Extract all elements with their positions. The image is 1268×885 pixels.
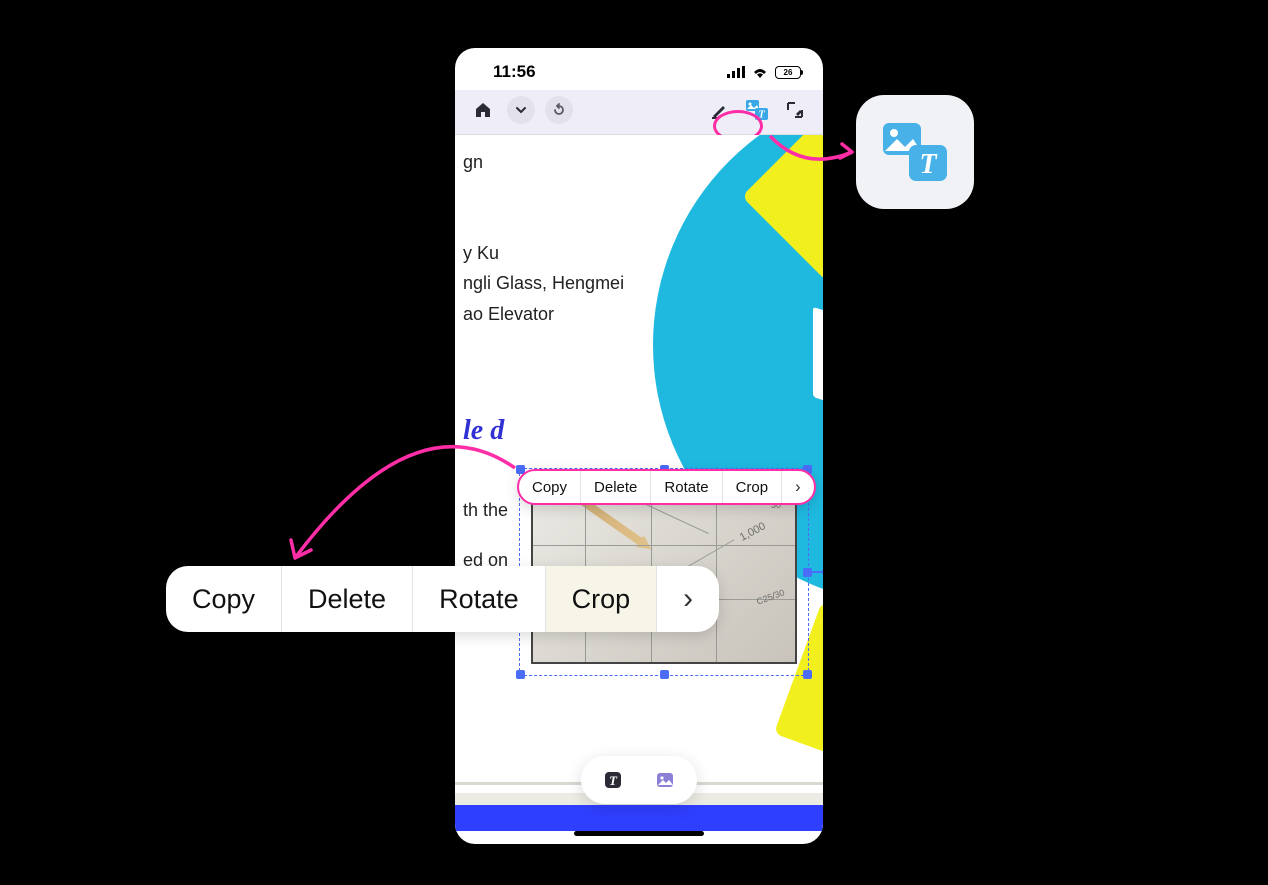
document-footer-bar <box>455 805 823 831</box>
blueprint-label: 1,000 <box>738 520 768 544</box>
image-mode-button[interactable] <box>641 766 689 794</box>
rotate-handle-line <box>808 571 823 573</box>
status-time: 11:56 <box>493 62 536 82</box>
text-line: gn <box>463 147 723 178</box>
document-heading-fragment: le d <box>463 415 504 447</box>
svg-text:T: T <box>609 773 618 788</box>
phone-screenshot: 11:56 26 T <box>455 48 823 844</box>
resize-handle-bl[interactable] <box>516 670 525 679</box>
wifi-icon <box>751 66 769 78</box>
chevron-right-icon: › <box>683 582 693 616</box>
text-line: ao Elevator <box>463 299 723 330</box>
home-indicator[interactable] <box>574 831 704 836</box>
app-toolbar: T <box>455 90 823 135</box>
context-rotate-callout[interactable]: Rotate <box>413 566 546 632</box>
highlighter-icon[interactable] <box>705 96 733 124</box>
image-text-tool-callout: T <box>856 95 974 209</box>
home-icon[interactable] <box>469 96 497 124</box>
resize-handle-mr[interactable] <box>803 568 812 577</box>
image-text-tool-icon: T <box>881 121 949 183</box>
image-text-tool-icon[interactable]: T <box>743 96 771 124</box>
context-menu-callout: Copy Delete Rotate Crop › <box>166 566 719 632</box>
context-menu-inline: Copy Delete Rotate Crop › <box>517 469 816 505</box>
svg-text:T: T <box>758 110 765 121</box>
text-mode-button[interactable]: T <box>589 766 637 794</box>
context-copy-callout[interactable]: Copy <box>166 566 282 632</box>
redo-icon[interactable] <box>545 96 573 124</box>
context-delete[interactable]: Delete <box>581 471 651 503</box>
context-copy[interactable]: Copy <box>519 471 581 503</box>
battery-indicator: 26 <box>775 66 801 79</box>
cellular-signal-icon <box>727 66 745 78</box>
text-line: y Ku <box>463 238 723 269</box>
context-delete-callout[interactable]: Delete <box>282 566 413 632</box>
context-more[interactable]: › <box>782 471 814 503</box>
resize-handle-bc[interactable] <box>660 670 669 679</box>
context-more-callout[interactable]: › <box>656 566 719 632</box>
document-text-fragment: gn y Ku ngli Glass, Hengmei ao Elevator <box>463 147 723 329</box>
blueprint-label: C25/30 <box>755 587 786 606</box>
crop-select-icon[interactable] <box>781 96 809 124</box>
context-crop-callout[interactable]: Crop <box>546 566 657 632</box>
context-crop[interactable]: Crop <box>723 471 783 503</box>
resize-handle-br[interactable] <box>803 670 812 679</box>
context-rotate[interactable]: Rotate <box>651 471 722 503</box>
bottom-mode-toolbar: T <box>581 756 697 804</box>
status-icons: 26 <box>727 66 801 79</box>
text-line: ngli Glass, Hengmei <box>463 268 723 299</box>
chevron-down-icon[interactable] <box>507 96 535 124</box>
svg-text:T: T <box>919 149 938 180</box>
chevron-right-icon: › <box>795 478 801 497</box>
status-bar: 11:56 26 <box>455 48 823 90</box>
